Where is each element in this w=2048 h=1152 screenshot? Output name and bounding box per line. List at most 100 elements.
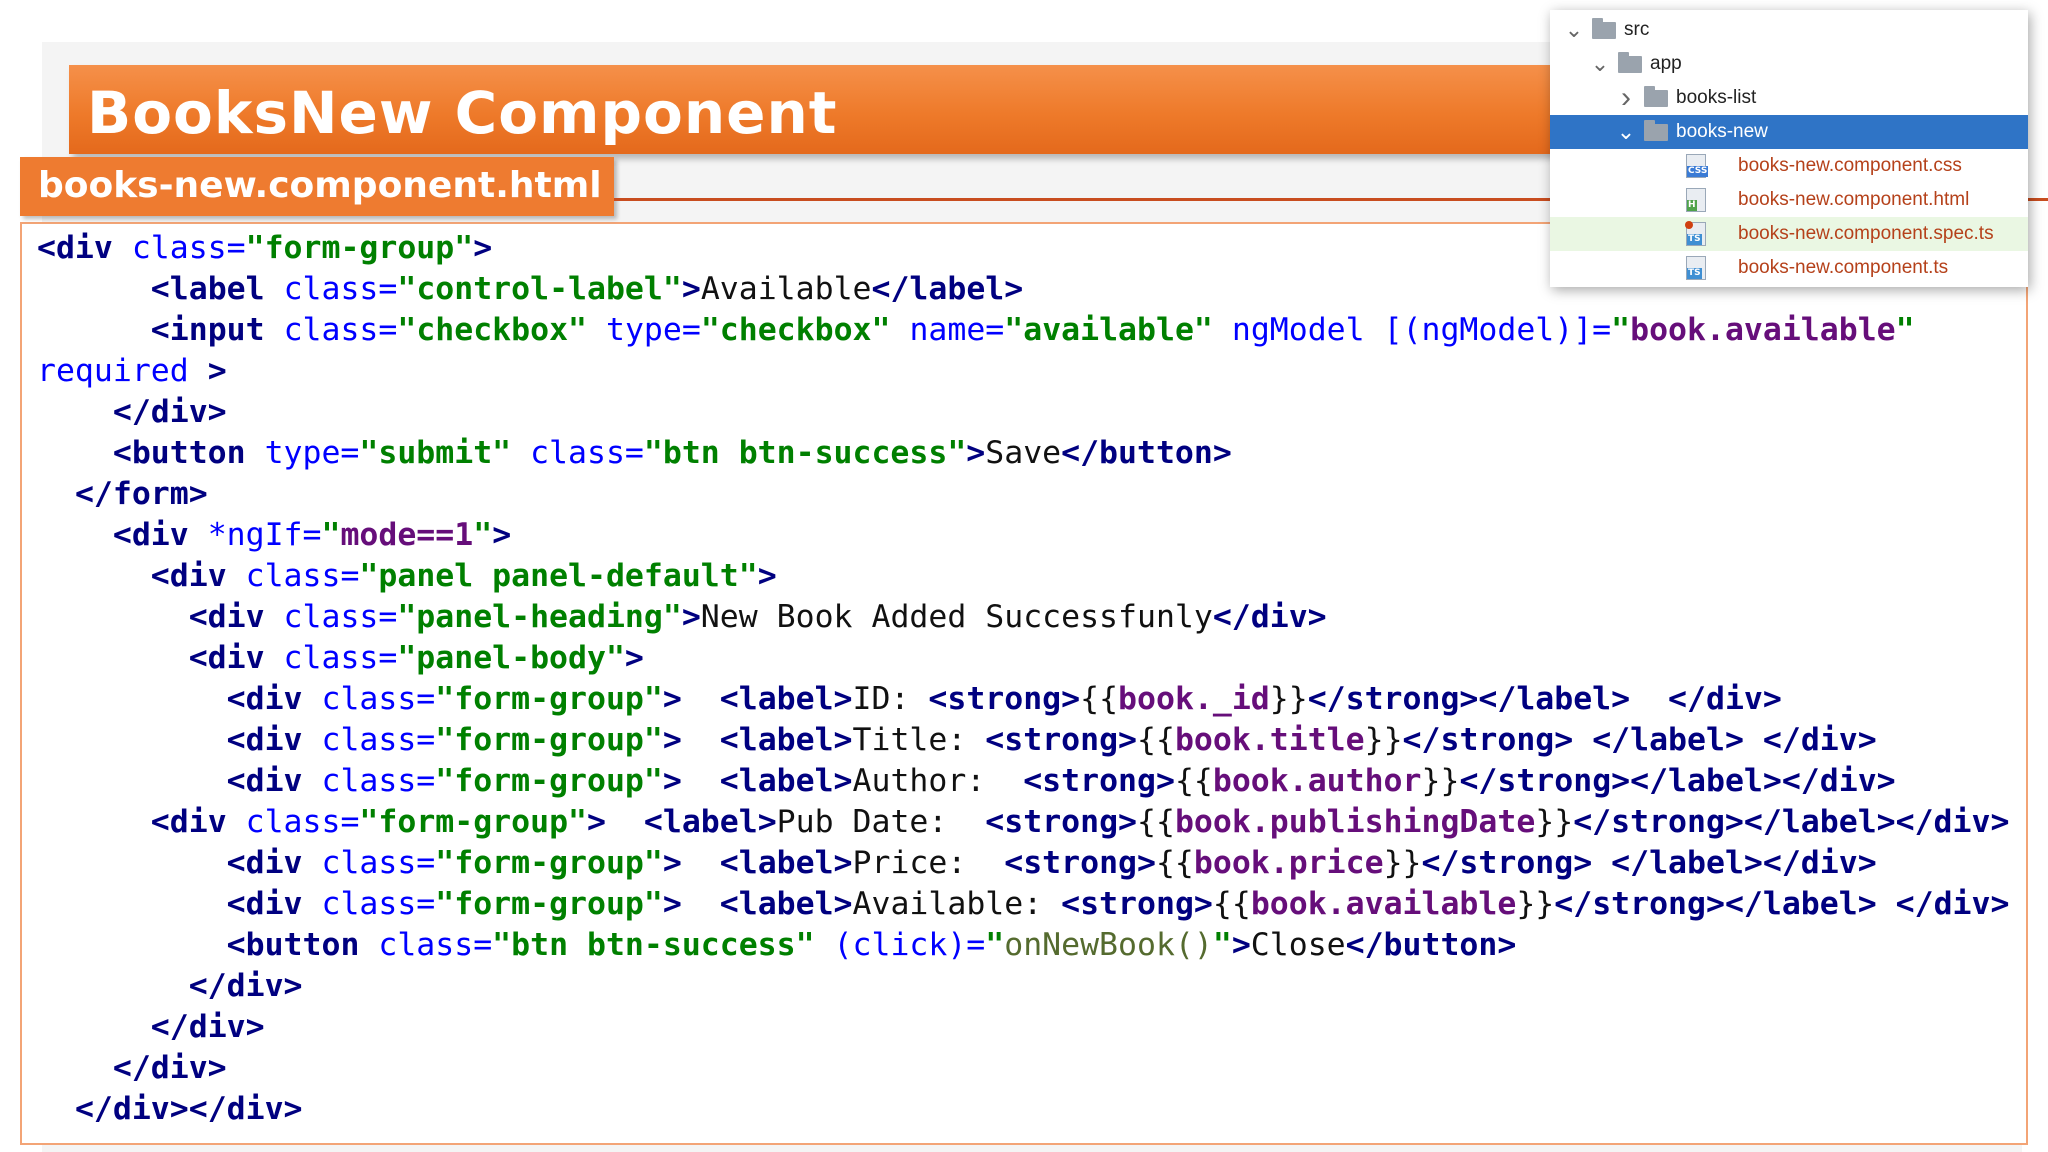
tree-item-books-new-component-spec-ts[interactable]: TS books-new.component.spec.ts — [1550, 217, 2028, 251]
chevron-down-icon[interactable]: ⌄ — [1614, 115, 1638, 149]
chevron-down-icon[interactable]: ⌄ — [1588, 47, 1612, 81]
tree-item-books-new-component-html[interactable]: Hbooks-new.component.html — [1550, 183, 2028, 217]
code-text: }} — [1364, 722, 1403, 758]
code-tag: <strong> — [1061, 886, 1213, 922]
code-string: "btn btn-success" — [643, 435, 967, 471]
code-tag: <div — [188, 599, 284, 635]
code-string: " — [321, 517, 341, 553]
code-text: Available: — [852, 886, 1062, 922]
code-tag: </strong></label></div> — [1459, 763, 1896, 799]
tree-item-books-list[interactable]: › books-list — [1550, 81, 2028, 115]
code-line: <div class="form-group"> <label>Pub Date… — [37, 802, 2010, 843]
code-tag: > — [662, 763, 682, 799]
code-string: "panel-body" — [397, 640, 625, 676]
code-tag: > — [473, 230, 493, 266]
code-attribute: class= — [321, 763, 436, 799]
code-string: "form-group" — [245, 230, 474, 266]
code-tag: > — [662, 845, 682, 881]
code-tag: <label> — [643, 804, 777, 840]
code-text: Pub Date: — [776, 804, 986, 840]
code-tag: <div — [226, 681, 322, 717]
code-line: <div class="form-group"> <label>Availabl… — [37, 884, 2010, 925]
chevron-down-icon[interactable]: ⌄ — [1562, 13, 1586, 47]
code-tag: </strong></label></div> — [1573, 804, 2010, 840]
code-tag: </div> — [188, 968, 303, 1004]
code-text: Author: — [852, 763, 1024, 799]
code-string: "btn btn-success" — [492, 927, 815, 963]
code-text: Save — [985, 435, 1062, 471]
code-expression: book.title — [1174, 722, 1365, 758]
tree-item-label: books-new — [1676, 121, 1768, 142]
code-line: </form> — [37, 474, 2009, 515]
code-tag: <label> — [719, 681, 853, 717]
code-attribute: type= — [605, 312, 701, 348]
code-attribute: class= — [245, 804, 360, 840]
tree-item-src[interactable]: ⌄ src — [1550, 13, 2028, 47]
code-line: </div> — [37, 966, 2009, 1007]
code-tag: <div — [150, 804, 246, 840]
code-attribute: class= — [321, 845, 436, 881]
code-tag: </div> — [150, 1009, 265, 1045]
code-text: }} — [1421, 763, 1460, 799]
tree-item-books-new-component-css[interactable]: CSS books-new.component.css — [1550, 149, 2028, 183]
code-tag: </form> — [74, 476, 208, 512]
code-tag: <div — [37, 230, 132, 266]
tree-item-label: books-list — [1676, 87, 1757, 108]
code-string: "panel panel-default" — [359, 558, 758, 594]
code-tag: <div — [150, 558, 246, 594]
chevron-right-icon[interactable]: › — [1614, 81, 1638, 115]
code-tag: </strong> — [1402, 722, 1574, 758]
code-line: </div></div> — [37, 1089, 2009, 1130]
tree-item-books-new[interactable]: ⌄ books-new — [1550, 115, 2028, 149]
code-attribute: class= — [131, 230, 246, 266]
code-text: Price: — [852, 845, 1005, 881]
code-tag: > — [662, 722, 682, 758]
tree-item-books-new-component-ts[interactable]: TS books-new.component.ts — [1550, 251, 2028, 285]
code-tag: <div — [226, 763, 322, 799]
test-marker-icon — [1685, 221, 1693, 229]
code-string: " — [1212, 927, 1232, 963]
code-expression: book.price — [1193, 845, 1384, 881]
code-line: <input class="checkbox" type="checkbox" … — [37, 310, 2009, 351]
code-tag: <strong> — [928, 681, 1081, 717]
code-tag: </button> — [1061, 435, 1232, 471]
code-tag: <button — [226, 927, 379, 963]
code-expression: book.publishingDate — [1174, 804, 1536, 840]
code-line: <div class="form-group"> <label>Price: <… — [37, 843, 2009, 884]
code-line: <div *ngIf="mode==1"> — [37, 515, 2009, 556]
code-tag: </label></div> — [1611, 845, 1877, 881]
code-text: {{ — [1080, 681, 1119, 717]
code-tag: </div> — [1668, 681, 1782, 717]
code-attribute: class= — [245, 558, 360, 594]
code-string: "control-label" — [397, 271, 682, 307]
tree-item-app[interactable]: ⌄ app — [1550, 47, 2028, 81]
code-line: <div class="panel-body"> — [37, 638, 2009, 679]
file-type-badge: TS — [1687, 234, 1702, 245]
code-text: }} — [1269, 681, 1308, 717]
code-tag: > — [587, 804, 606, 840]
code-tag: </div> — [1212, 599, 1327, 635]
code-attribute: type= — [264, 435, 360, 471]
file-type-badge: CSS — [1687, 166, 1709, 177]
code-expression: book.available — [1250, 886, 1517, 922]
code-string: "panel-heading" — [397, 599, 682, 635]
code-attribute: name= — [909, 312, 1005, 348]
code-tag: <div — [188, 640, 284, 676]
code-string: "checkbox" — [397, 312, 588, 348]
code-line: </div> — [37, 1007, 2009, 1048]
code-attribute: class= — [283, 599, 398, 635]
code-line: <div class="form-group"> <label>ID: <str… — [37, 679, 2009, 720]
